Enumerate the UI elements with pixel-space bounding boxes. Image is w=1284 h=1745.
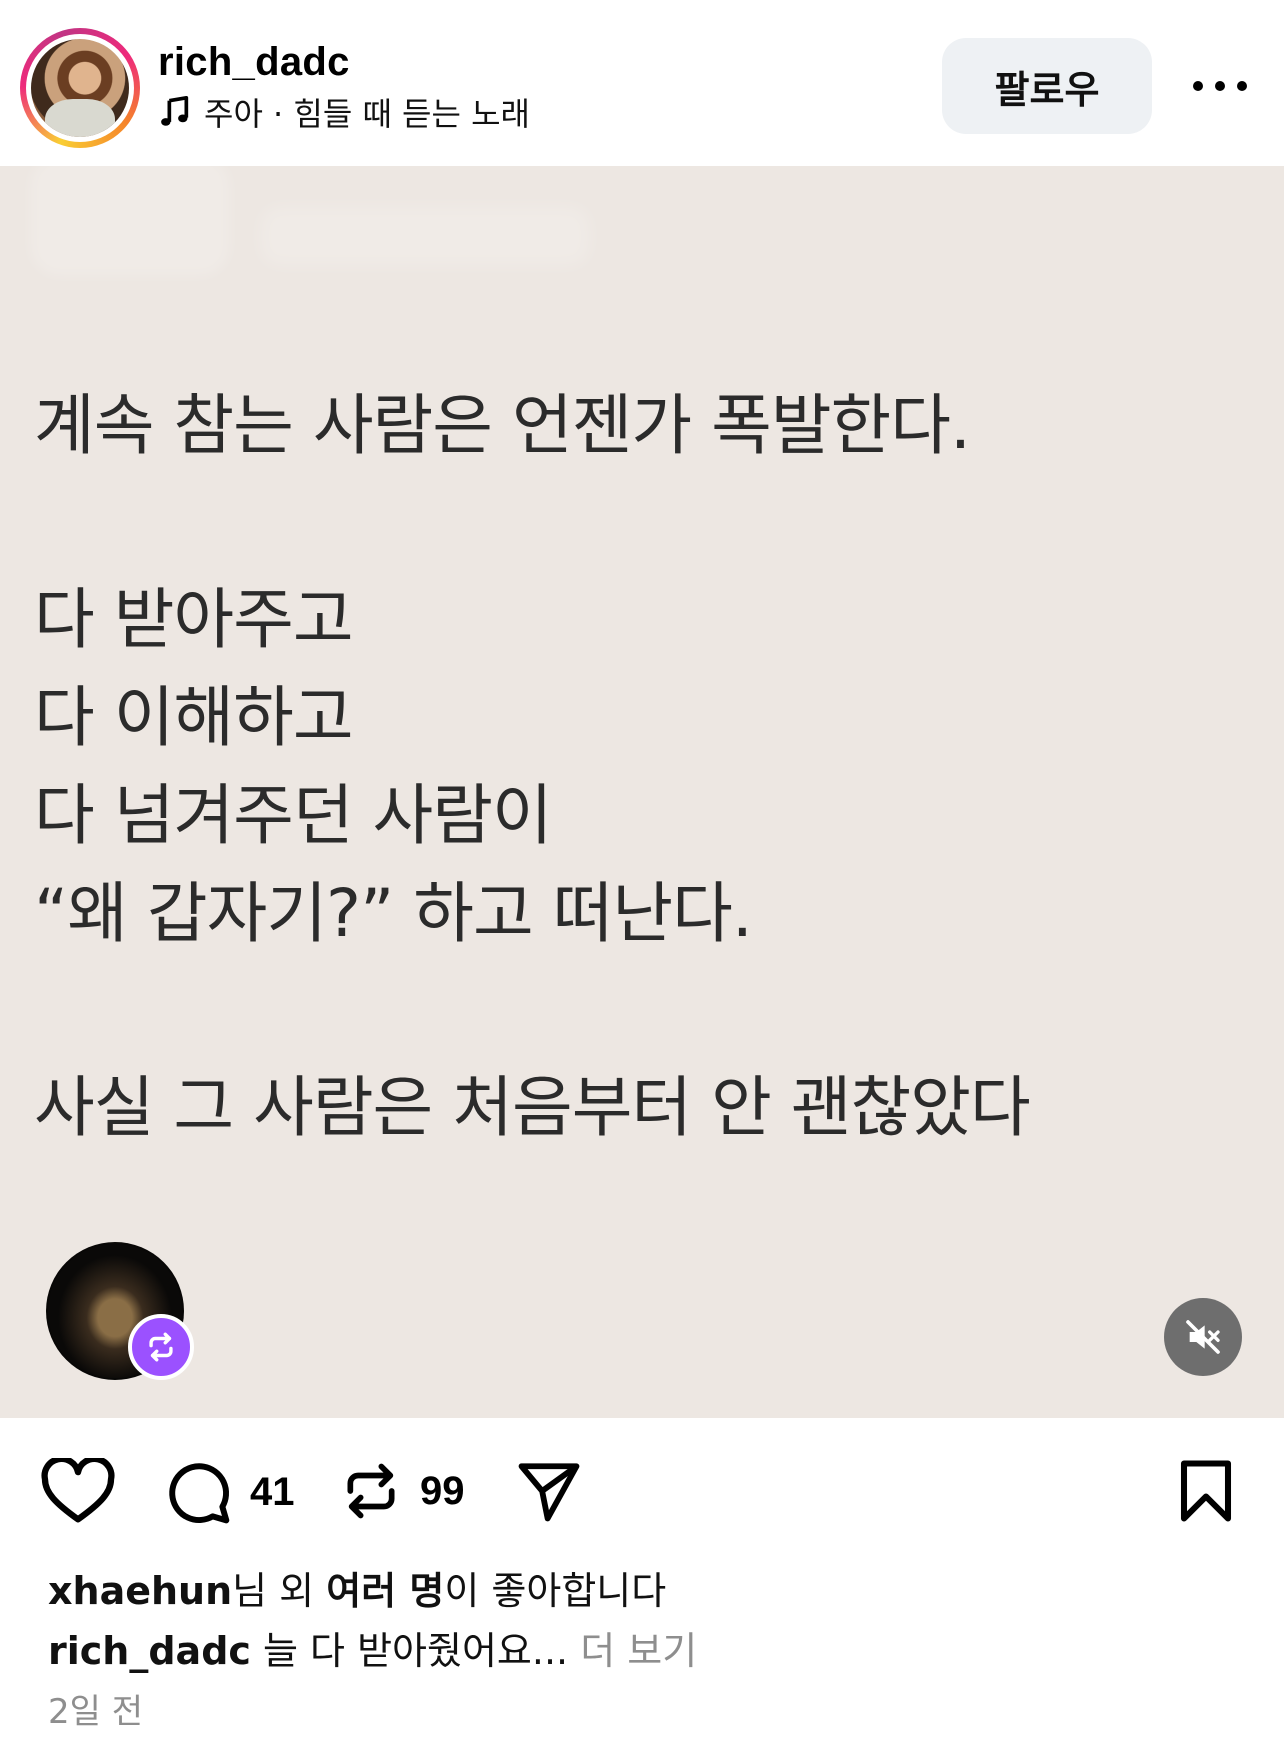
comment-count: 41 [250, 1469, 295, 1514]
likes-summary[interactable]: xhaehun님 외 여러 명이 좋아합니다 [48, 1560, 666, 1615]
music-info[interactable]: 주아 · 힘들 때 듣는 노래 [158, 92, 530, 133]
repost-button[interactable]: 99 [340, 1458, 465, 1524]
post-text-line: “왜 갑자기?” 하고 떠난다. [34, 875, 753, 952]
music-note-icon [161, 95, 189, 126]
share-button[interactable] [514, 1458, 584, 1524]
save-button[interactable] [1176, 1458, 1236, 1524]
bookmark-icon [1180, 1460, 1232, 1522]
post-text-line: 다 받아주고 [34, 581, 354, 658]
liker-username[interactable]: xhaehun [48, 1569, 232, 1613]
repost-icon [149, 1332, 173, 1362]
faded-watermark-text [260, 206, 590, 266]
profile-avatar[interactable] [20, 28, 140, 148]
like-button[interactable] [40, 1458, 116, 1524]
post-text-line: 사실 그 사람은 처음부터 안 괜찮았다 [34, 1069, 1031, 1146]
comment-button[interactable]: 41 [164, 1458, 295, 1526]
caption-text: 늘 다 받아줬어요... [250, 1629, 569, 1673]
likes-text: 님 외 [232, 1569, 327, 1613]
more-options-icon[interactable] [1188, 66, 1252, 106]
username[interactable]: rich_dadc [158, 40, 350, 85]
avatar-image [31, 39, 129, 137]
likes-text-tail: 이 좋아합니다 [444, 1569, 667, 1613]
likes-others[interactable]: 여러 명 [326, 1569, 444, 1613]
faded-watermark [30, 166, 230, 276]
speaker-muted-icon [1186, 1320, 1220, 1354]
send-icon [518, 1463, 580, 1522]
follow-button[interactable]: 팔로우 [942, 38, 1152, 134]
post-media[interactable]: 계속 참는 사람은 언젠가 폭발한다. 다 받아주고 다 이해하고 다 넘겨주던… [0, 166, 1284, 1418]
comment-bubble-icon [169, 1463, 230, 1524]
caption: rich_dadc 늘 다 받아줬어요... 더 보기 [48, 1620, 697, 1675]
heart-icon [41, 1458, 115, 1523]
action-bar: 41 99 [0, 1418, 1284, 1548]
post-text-line: 다 이해하고 [34, 679, 354, 756]
music-title: 주아 · 힘들 때 듣는 노래 [204, 95, 530, 133]
repost-count: 99 [420, 1468, 465, 1513]
post-text-line: 다 넘겨주던 사람이 [34, 777, 553, 854]
post-text-line: 계속 참는 사람은 언젠가 폭발한다. [34, 387, 971, 464]
mute-button[interactable] [1164, 1298, 1242, 1376]
post-timestamp: 2일 전 [48, 1692, 143, 1732]
caption-username[interactable]: rich_dadc [48, 1629, 251, 1673]
repost-badge [128, 1314, 194, 1380]
see-more-link[interactable]: 더 보기 [568, 1629, 697, 1673]
repost-icon [347, 1463, 395, 1519]
post-header: rich_dadc 주아 · 힘들 때 듣는 노래 팔로우 [0, 0, 1284, 166]
